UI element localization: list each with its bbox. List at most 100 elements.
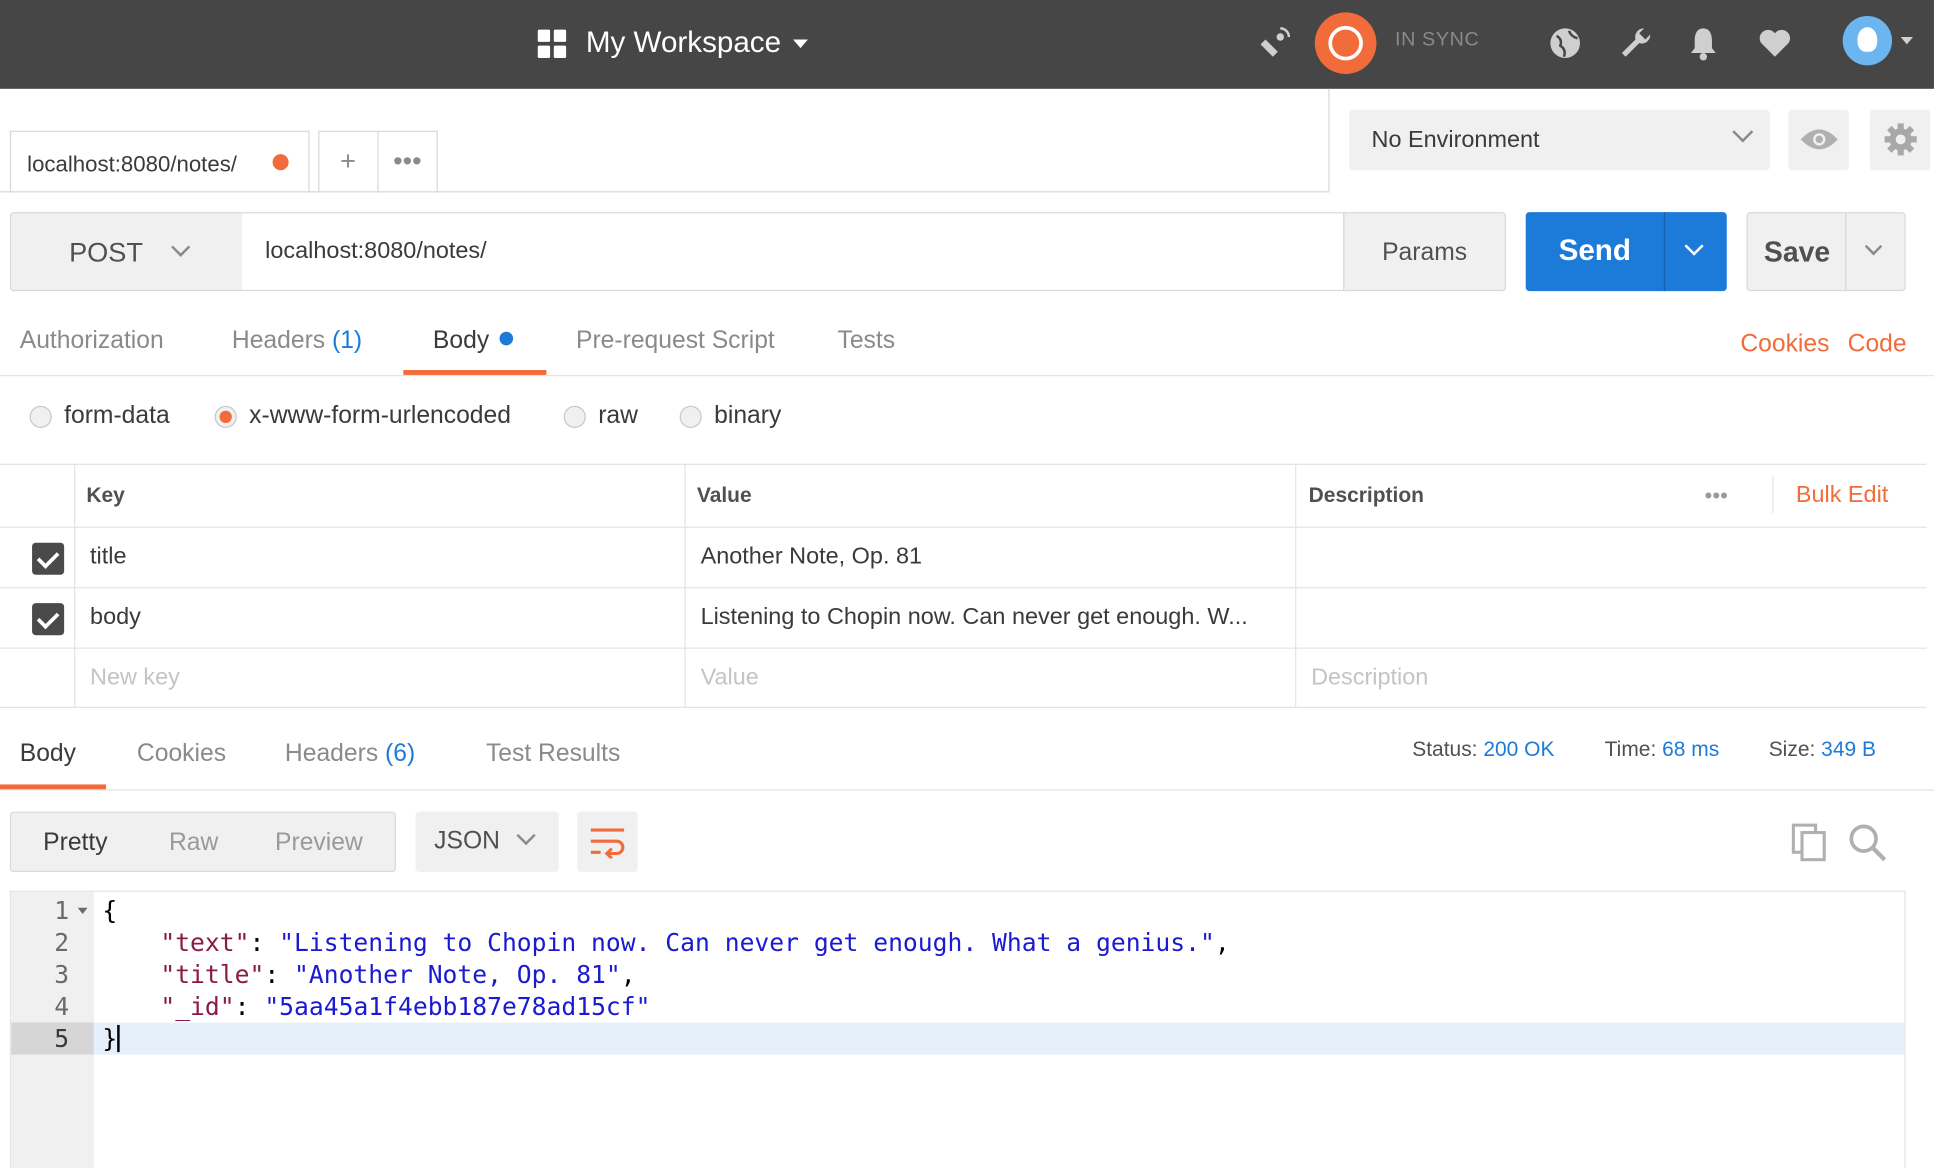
table-row-new: New key Value Description: [0, 647, 1927, 708]
cookies-link[interactable]: Cookies: [1740, 331, 1829, 359]
json-comma: ,: [620, 959, 636, 990]
radio-form-data[interactable]: form-data: [29, 402, 170, 430]
chevron-down-icon: [171, 237, 191, 257]
response-time: Time: 68 ms: [1605, 738, 1720, 763]
search-icon[interactable]: [1848, 823, 1887, 862]
tab-authorization[interactable]: Authorization: [20, 327, 164, 355]
view-preview-button[interactable]: Preview: [275, 829, 363, 857]
params-button[interactable]: Params: [1343, 212, 1506, 292]
wrench-icon[interactable]: [1617, 25, 1654, 62]
active-line-highlight: [93, 1022, 1905, 1055]
status-label: Status:: [1412, 737, 1478, 762]
avatar-icon[interactable]: [1842, 16, 1893, 66]
environment-settings-button[interactable]: [1869, 109, 1931, 171]
more-tabs-button[interactable]: •••: [378, 132, 437, 192]
divider: [0, 191, 1330, 193]
chevron-down-icon: [516, 826, 536, 846]
json-colon: :: [249, 927, 280, 958]
new-value-input[interactable]: Value: [686, 649, 759, 707]
satellite-icon[interactable]: [1256, 25, 1293, 62]
column-header-description: Description: [1308, 483, 1424, 507]
json-comma: ,: [1214, 927, 1230, 958]
bulk-edit-link[interactable]: Bulk Edit: [1781, 465, 1888, 527]
divider: [1845, 213, 1847, 290]
line-number: 4: [54, 991, 70, 1022]
radio-raw[interactable]: raw: [563, 402, 638, 430]
response-body-editor[interactable]: 1 2 3 4 5 { "text": "Listening to Chopin…: [9, 890, 1906, 1168]
radio-label: form-data: [64, 402, 170, 430]
environment-quick-look-button[interactable]: [1788, 109, 1849, 171]
new-key-input[interactable]: New key: [75, 649, 180, 707]
response-headers-count: (6): [385, 740, 416, 768]
chevron-down-icon[interactable]: [1864, 237, 1883, 256]
radio-label: x-www-form-urlencoded: [249, 402, 511, 430]
code-line: "title": "Another Note, Op. 81",: [160, 958, 635, 990]
row-checkbox[interactable]: [32, 603, 65, 636]
more-options-button[interactable]: •••: [1705, 465, 1728, 527]
code-line: "text": "Listening to Chopin now. Can ne…: [160, 926, 1229, 958]
radio-selected-icon: [214, 405, 237, 428]
method-select[interactable]: POST: [9, 212, 243, 292]
response-tab-headers[interactable]: Headers (6): [285, 740, 415, 768]
tab-actions: + •••: [318, 130, 438, 193]
new-tab-button[interactable]: +: [319, 131, 379, 193]
environment-select[interactable]: No Environment: [1349, 109, 1770, 171]
chevron-down-icon[interactable]: [1684, 236, 1704, 256]
headers-count: (1): [331, 326, 363, 354]
caret-down-icon[interactable]: [1900, 37, 1914, 45]
text-cursor: [117, 1024, 120, 1053]
divider: [0, 374, 1934, 377]
value-cell[interactable]: Listening to Chopin now. Can never get e…: [686, 588, 1248, 647]
copy-icon[interactable]: [1791, 823, 1828, 862]
url-input[interactable]: localhost:8080/notes/: [241, 212, 1345, 292]
line-number: 5: [54, 1023, 70, 1054]
json-key: "_id": [160, 991, 235, 1022]
fold-caret-icon[interactable]: [77, 907, 88, 914]
wrap-lines-button[interactable]: [577, 811, 638, 873]
format-select[interactable]: JSON: [415, 811, 559, 873]
workspace-switcher[interactable]: My Workspace: [537, 22, 809, 64]
code-link[interactable]: Code: [1848, 331, 1907, 359]
column-divider: [74, 463, 76, 708]
code-line: {: [102, 894, 117, 926]
gear-icon: [1884, 123, 1917, 156]
size-value: 349 B: [1821, 737, 1876, 762]
tab-headers[interactable]: Headers (1): [232, 327, 362, 355]
save-button[interactable]: Save: [1746, 212, 1906, 292]
response-tab-cookies[interactable]: Cookies: [137, 740, 226, 768]
view-pretty-button[interactable]: Pretty: [43, 829, 107, 857]
value-cell[interactable]: Another Note, Op. 81: [686, 528, 922, 587]
wrap-lines-icon: [590, 828, 625, 859]
key-cell[interactable]: title: [75, 528, 126, 587]
bell-icon[interactable]: [1685, 25, 1722, 62]
tab-prerequest-script[interactable]: Pre-request Script: [576, 327, 775, 355]
tab-headers-label: Headers: [231, 326, 326, 354]
tab-body[interactable]: Body: [433, 327, 513, 355]
key-cell[interactable]: body: [75, 588, 141, 647]
response-tab-test-results[interactable]: Test Results: [486, 740, 620, 768]
code-line: "_id": "5aa45a1f4ebb187e78ad15cf": [160, 990, 650, 1022]
json-colon: :: [234, 991, 265, 1022]
response-status: Status: 200 OK: [1412, 738, 1554, 763]
time-value: 68 ms: [1662, 737, 1720, 762]
request-tab[interactable]: localhost:8080/notes/: [9, 130, 310, 193]
heart-icon[interactable]: [1756, 25, 1793, 62]
code-line: }: [102, 1022, 120, 1054]
globe-icon[interactable]: [1547, 25, 1584, 62]
sync-icon[interactable]: [1314, 12, 1377, 75]
radio-urlencoded[interactable]: x-www-form-urlencoded: [214, 402, 511, 430]
row-checkbox[interactable]: [32, 542, 65, 575]
radio-circle-icon: [29, 405, 52, 428]
caret-down-icon: [793, 38, 809, 48]
response-tab-body[interactable]: Body: [20, 740, 76, 768]
divider: [0, 789, 1934, 791]
send-button[interactable]: Send: [1525, 212, 1727, 292]
view-raw-button[interactable]: Raw: [169, 829, 218, 857]
request-tab-label: localhost:8080/notes/: [27, 151, 237, 177]
tab-tests[interactable]: Tests: [837, 327, 895, 355]
view-mode-switch: Pretty Raw Preview: [9, 811, 396, 873]
new-description-input[interactable]: Description: [1296, 649, 1428, 707]
json-string: "5aa45a1f4ebb187e78ad15cf": [264, 991, 651, 1022]
radio-binary[interactable]: binary: [679, 402, 781, 430]
environment-label: No Environment: [1371, 127, 1540, 153]
